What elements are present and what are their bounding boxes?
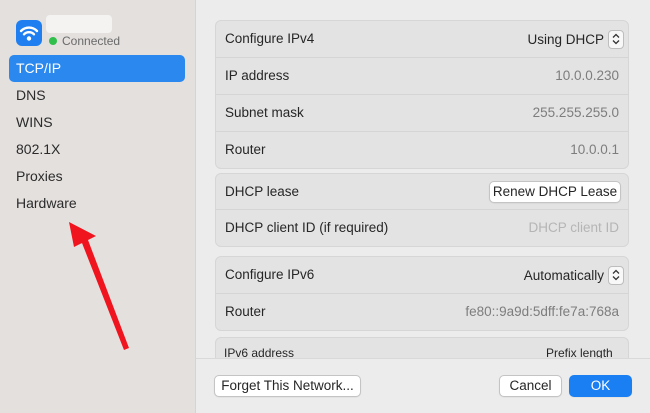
configure-ipv6-row: Configure IPv6 Automatically bbox=[216, 257, 628, 294]
configure-ipv4-row: Configure IPv4 Using DHCP bbox=[216, 21, 628, 58]
ipv6-router-value: fe80::9a9d:5dff:fe7a:768a bbox=[465, 304, 619, 319]
dhcp-client-id-row: DHCP client ID (if required) DHCP client… bbox=[216, 210, 628, 246]
router-label: Router bbox=[225, 142, 266, 157]
configure-ipv4-popup[interactable]: Using DHCP bbox=[527, 29, 624, 49]
router-row: Router 10.0.0.1 bbox=[216, 132, 628, 168]
dialog-footer: Forget This Network... Cancel OK bbox=[196, 358, 650, 413]
connection-status: Connected bbox=[62, 34, 121, 48]
network-settings-window: Connected TCP/IP DNS WINS 802.1X Proxies… bbox=[0, 0, 650, 413]
connected-status-dot bbox=[49, 37, 57, 45]
forget-network-button[interactable]: Forget This Network... bbox=[214, 375, 361, 397]
up-down-chevron-icon bbox=[608, 29, 624, 49]
dhcp-group: DHCP lease Renew DHCP Lease DHCP client … bbox=[215, 173, 629, 247]
dhcp-lease-row: DHCP lease Renew DHCP Lease bbox=[216, 174, 628, 210]
sidebar-nav: TCP/IP DNS WINS 802.1X Proxies Hardware bbox=[9, 55, 185, 217]
ipv6-router-label: Router bbox=[225, 304, 266, 319]
ok-button[interactable]: OK bbox=[569, 375, 632, 397]
dhcp-client-id-label: DHCP client ID (if required) bbox=[225, 220, 389, 235]
ip-address-row: IP address 10.0.0.230 bbox=[216, 58, 628, 95]
ipv6-router-row: Router fe80::9a9d:5dff:fe7a:768a bbox=[216, 294, 628, 330]
configure-ipv4-value: Using DHCP bbox=[527, 31, 604, 47]
subnet-mask-label: Subnet mask bbox=[225, 105, 304, 120]
sidebar: Connected TCP/IP DNS WINS 802.1X Proxies… bbox=[0, 0, 196, 413]
sidebar-item-8021x[interactable]: 802.1X bbox=[9, 136, 185, 163]
ip-address-label: IP address bbox=[225, 68, 290, 83]
sidebar-item-tcpip[interactable]: TCP/IP bbox=[9, 55, 185, 82]
subnet-mask-value: 255.255.255.0 bbox=[532, 105, 619, 120]
dhcp-client-id-input[interactable]: DHCP client ID bbox=[528, 210, 619, 246]
ipv4-group: Configure IPv4 Using DHCP IP address 10.… bbox=[215, 20, 629, 169]
wifi-icon bbox=[16, 20, 42, 46]
sidebar-item-hardware[interactable]: Hardware bbox=[9, 190, 185, 217]
dhcp-lease-label: DHCP lease bbox=[225, 184, 300, 199]
sidebar-item-dns[interactable]: DNS bbox=[9, 82, 185, 109]
sidebar-item-proxies[interactable]: Proxies bbox=[9, 163, 185, 190]
up-down-chevron-icon bbox=[608, 265, 624, 285]
configure-ipv6-value: Automatically bbox=[523, 267, 604, 283]
configure-ipv4-label: Configure IPv4 bbox=[225, 31, 315, 46]
renew-dhcp-lease-button[interactable]: Renew DHCP Lease bbox=[489, 181, 621, 203]
router-value: 10.0.0.1 bbox=[570, 142, 619, 157]
configure-ipv6-popup[interactable]: Automatically bbox=[524, 265, 624, 285]
tcpip-panel: Configure IPv4 Using DHCP IP address 10.… bbox=[196, 0, 650, 413]
sidebar-item-wins[interactable]: WINS bbox=[9, 109, 185, 136]
ip-address-value: 10.0.0.230 bbox=[555, 68, 619, 83]
subnet-mask-row: Subnet mask 255.255.255.0 bbox=[216, 95, 628, 132]
ipv6-group: Configure IPv6 Automatically Router fe80… bbox=[215, 256, 629, 331]
network-name-redacted bbox=[46, 15, 112, 33]
cancel-button[interactable]: Cancel bbox=[499, 375, 562, 397]
configure-ipv6-label: Configure IPv6 bbox=[225, 267, 315, 282]
network-header: Connected bbox=[12, 13, 192, 53]
